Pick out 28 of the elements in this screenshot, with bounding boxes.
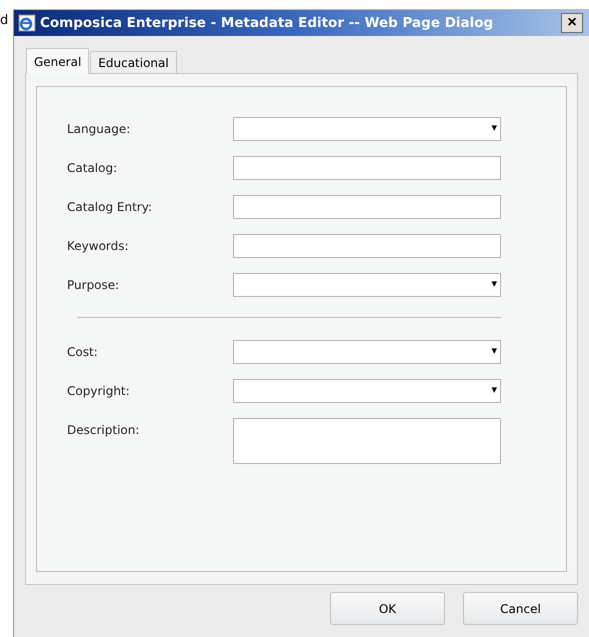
browser-icon [18,14,36,32]
text-area[interactable] [233,418,501,464]
dropdown-arrow-icon: ▾ [491,277,497,290]
dropdown-arrow-icon: ▾ [491,121,497,134]
close-button[interactable]: × [561,13,583,33]
field-label: Keywords: [67,238,130,255]
tab[interactable]: Educational [90,51,177,73]
dropdown-field[interactable]: ▾ [233,340,501,364]
dropdown-arrow-icon: ▾ [491,383,497,396]
dropdown-field[interactable]: ▾ [233,379,501,403]
field-label: Cost: [67,344,99,361]
dialog-button[interactable]: OK [330,592,445,625]
input-field[interactable] [233,195,501,219]
field-label: Purpose: [67,277,120,294]
input-field[interactable] [233,156,501,180]
dropdown-field[interactable]: ▾ [233,273,501,297]
dialog-button[interactable]: Cancel [463,592,578,625]
tab[interactable]: General [26,48,90,74]
cut-text: d [0,13,8,28]
dropdown-field[interactable]: ▾ [233,117,501,141]
field-label: Catalog Entry: [67,199,153,216]
field-label: Language: [67,121,132,138]
field-label: Description: [67,422,140,439]
dropdown-arrow-icon: ▾ [491,344,497,357]
field-label: Catalog: [67,160,118,177]
field-label: Copyright: [67,383,131,400]
window-title: Composica Enterprise - Metadata Editor -- Web Page Dialog [40,15,494,31]
input-field[interactable] [233,234,501,258]
